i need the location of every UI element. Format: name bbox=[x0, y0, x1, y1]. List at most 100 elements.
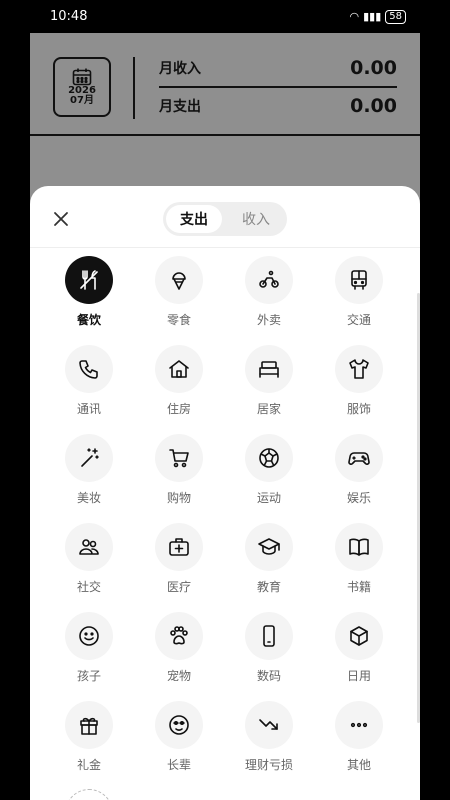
sheet-divider bbox=[30, 247, 420, 248]
smartphone-icon bbox=[245, 612, 293, 660]
tab-expense[interactable]: 支出 bbox=[166, 205, 222, 233]
category-item[interactable]: 外卖 bbox=[224, 256, 314, 337]
battery-icon: 58 bbox=[385, 9, 406, 24]
category-item[interactable]: 居家 bbox=[224, 345, 314, 426]
magic-wand-icon bbox=[65, 434, 113, 482]
category-label: 日用 bbox=[346, 669, 371, 683]
category-grid: 餐饮 零食 外卖 交通通讯 住房 居家 服饰美妆 购物 运动 娱乐社交 医疗 教育 书籍孩子 宠物 数码 日用… bbox=[44, 256, 404, 782]
expense-value: 0.00 bbox=[350, 95, 397, 117]
income-label: 月收入 bbox=[159, 61, 201, 77]
category-label: 服饰 bbox=[346, 402, 371, 416]
category-item[interactable]: 教育 bbox=[224, 523, 314, 604]
category-label: 礼金 bbox=[76, 758, 101, 772]
phone-icon bbox=[65, 345, 113, 393]
expense-label: 月支出 bbox=[159, 99, 201, 115]
category-item[interactable]: 日用 bbox=[314, 612, 404, 693]
graduation-cap-icon bbox=[245, 523, 293, 571]
category-item[interactable]: 数码 bbox=[224, 612, 314, 693]
category-label: 餐饮 bbox=[76, 313, 101, 327]
category-item[interactable]: 长辈 bbox=[134, 701, 224, 782]
delivery-bike-icon bbox=[245, 256, 293, 304]
smiley-face-icon bbox=[65, 612, 113, 660]
category-label: 美妆 bbox=[76, 491, 101, 505]
partial-category-icon bbox=[65, 789, 113, 800]
status-time: 10:48 bbox=[50, 9, 88, 24]
month-label: 07月 bbox=[70, 95, 94, 106]
category-label: 娱乐 bbox=[346, 491, 371, 505]
more-dots-icon bbox=[335, 701, 383, 749]
category-label: 其他 bbox=[346, 758, 371, 772]
trend-down-icon bbox=[245, 701, 293, 749]
wifi-icon: ◠ bbox=[349, 10, 360, 23]
status-icons: ◠ ▮▮▮ 58 bbox=[349, 9, 406, 24]
category-label: 交通 bbox=[346, 313, 371, 327]
people-icon bbox=[65, 523, 113, 571]
category-label: 外卖 bbox=[256, 313, 281, 327]
category-label: 居家 bbox=[256, 402, 281, 416]
first-aid-icon bbox=[155, 523, 203, 571]
category-label: 长辈 bbox=[166, 758, 191, 772]
category-item[interactable]: 宠物 bbox=[134, 612, 224, 693]
category-label: 社交 bbox=[76, 580, 101, 594]
month-picker[interactable]: 2026 07月 bbox=[53, 57, 111, 117]
category-label: 孩子 bbox=[76, 669, 101, 683]
category-item[interactable]: 交通 bbox=[314, 256, 404, 337]
expense-row: 月支出 0.00 bbox=[159, 95, 397, 117]
category-label: 书籍 bbox=[346, 580, 371, 594]
category-item[interactable]: 美妆 bbox=[44, 434, 134, 515]
gift-icon bbox=[65, 701, 113, 749]
category-item[interactable]: 餐饮 bbox=[44, 256, 134, 337]
category-label: 零食 bbox=[166, 313, 191, 327]
category-label: 购物 bbox=[166, 491, 191, 505]
scrollbar[interactable] bbox=[417, 293, 420, 723]
calendar-icon bbox=[72, 68, 92, 86]
category-label: 通讯 bbox=[76, 402, 101, 416]
income-value: 0.00 bbox=[350, 57, 397, 79]
tab-income[interactable]: 收入 bbox=[228, 205, 284, 233]
category-item[interactable]: 其他 bbox=[314, 701, 404, 782]
status-bar: 10:48 ◠ ▮▮▮ 58 bbox=[30, 0, 420, 33]
utensils-icon bbox=[65, 256, 113, 304]
cart-icon bbox=[155, 434, 203, 482]
category-item[interactable]: 住房 bbox=[134, 345, 224, 426]
elder-face-icon bbox=[155, 701, 203, 749]
monthly-summary: 2026 07月 月收入 0.00 月支出 0.00 bbox=[30, 33, 420, 136]
category-item[interactable]: 购物 bbox=[134, 434, 224, 515]
category-item[interactable]: 娱乐 bbox=[314, 434, 404, 515]
category-item[interactable]: 通讯 bbox=[44, 345, 134, 426]
category-item[interactable]: 运动 bbox=[224, 434, 314, 515]
bus-icon bbox=[335, 256, 383, 304]
summary-hline bbox=[159, 86, 397, 88]
category-item[interactable]: 医疗 bbox=[134, 523, 224, 604]
category-label: 运动 bbox=[256, 491, 281, 505]
category-label: 教育 bbox=[256, 580, 281, 594]
category-item[interactable]: 社交 bbox=[44, 523, 134, 604]
type-switch: 支出 收入 bbox=[163, 202, 287, 236]
category-item[interactable]: 孩子 bbox=[44, 612, 134, 693]
gamepad-icon bbox=[335, 434, 383, 482]
close-icon[interactable] bbox=[50, 208, 72, 230]
house-icon bbox=[155, 345, 203, 393]
category-item[interactable]: 礼金 bbox=[44, 701, 134, 782]
bed-icon bbox=[245, 345, 293, 393]
soccer-ball-icon bbox=[245, 434, 293, 482]
signal-icon: ▮▮▮ bbox=[363, 10, 382, 23]
category-label: 医疗 bbox=[166, 580, 191, 594]
paw-icon bbox=[155, 612, 203, 660]
category-label: 数码 bbox=[256, 669, 281, 683]
category-item[interactable]: 服饰 bbox=[314, 345, 404, 426]
category-item[interactable]: 理财亏损 bbox=[224, 701, 314, 782]
shirt-icon bbox=[335, 345, 383, 393]
ice-cream-icon bbox=[155, 256, 203, 304]
income-row: 月收入 0.00 bbox=[159, 57, 397, 79]
book-icon bbox=[335, 523, 383, 571]
app-screen: 10:48 ◠ ▮▮▮ 58 2026 07月 月收入 0.00 月支出 0.0 bbox=[30, 0, 420, 800]
category-label: 理财亏损 bbox=[244, 758, 293, 772]
summary-divider bbox=[133, 57, 135, 119]
category-item[interactable]: 书籍 bbox=[314, 523, 404, 604]
category-sheet: 支出 收入 餐饮 零食 外卖 交通通讯 住房 居家 服饰美妆 购物 运动 娱乐社交 医疗 教育 书籍孩子… bbox=[30, 186, 420, 800]
category-item[interactable]: 零食 bbox=[134, 256, 224, 337]
category-label: 住房 bbox=[166, 402, 191, 416]
category-label: 宠物 bbox=[166, 669, 191, 683]
cube-icon bbox=[335, 612, 383, 660]
